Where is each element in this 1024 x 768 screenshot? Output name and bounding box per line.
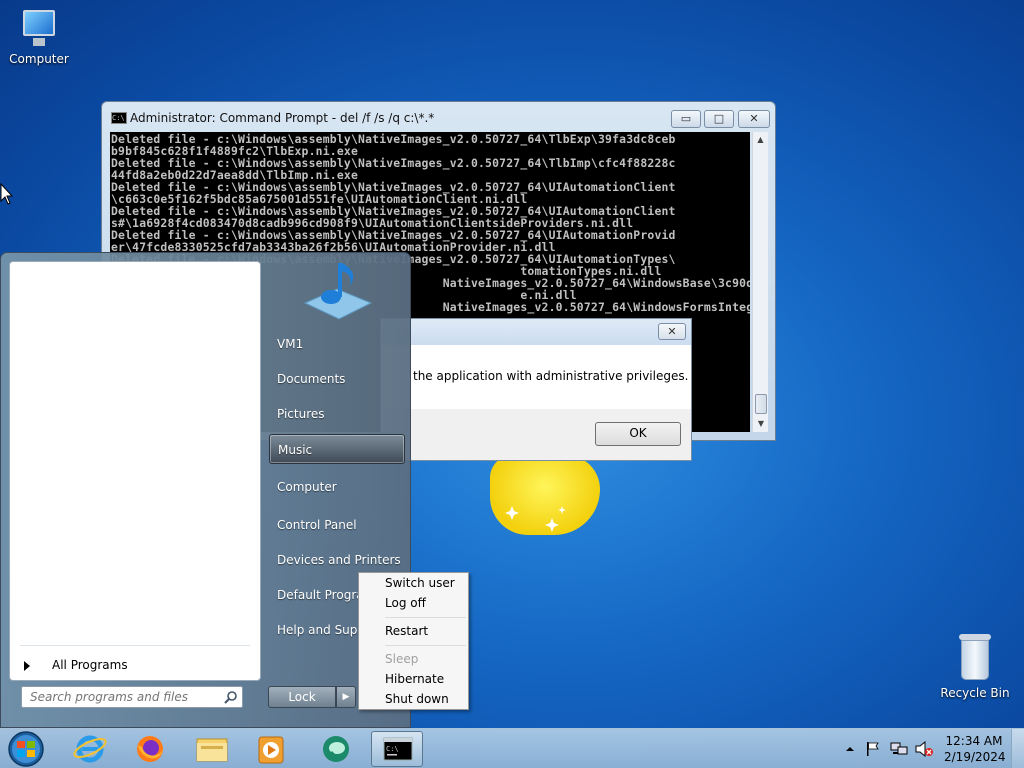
start-item-music[interactable]: Music (269, 434, 405, 464)
desktop-icon-label: Recycle Bin (940, 686, 1010, 700)
scrollbar-thumb[interactable] (755, 394, 767, 414)
start-item-default-programs[interactable]: Default Programs (269, 580, 359, 610)
menu-divider (385, 645, 466, 646)
taskbar-media-player[interactable] (245, 731, 297, 767)
start-item-help-and-support[interactable]: Help and Support (269, 615, 359, 645)
clock-date: 2/19/2024 (944, 750, 1006, 764)
lock-button[interactable]: Lock (268, 686, 336, 708)
show-hidden-icons-arrow[interactable] (843, 743, 857, 755)
menu-item-restart[interactable]: Restart (385, 624, 428, 638)
action-center-flag-icon[interactable] (864, 740, 882, 758)
all-programs-button[interactable]: All Programs (24, 658, 128, 672)
clock[interactable]: 12:34 AM 2/19/2024 (944, 733, 1006, 765)
all-programs-label: All Programs (52, 658, 128, 672)
minimize-icon: ▭ (680, 112, 692, 125)
dialog-message: the application with administrative priv… (413, 369, 689, 383)
command-prompt-icon: C:\ (383, 737, 413, 761)
search-input[interactable] (22, 687, 218, 707)
menu-item-sleep: Sleep (385, 652, 419, 666)
scroll-down-arrow-icon[interactable]: ▼ (753, 416, 769, 432)
search-icon[interactable] (224, 690, 238, 704)
dialog-body: the application with administrative priv… (381, 345, 691, 409)
taskbar-command-prompt[interactable]: C:\ (371, 731, 423, 767)
shutdown-options-button[interactable]: ▶ (336, 686, 356, 708)
show-desktop-button[interactable] (1011, 729, 1024, 768)
taskbar-file-explorer[interactable] (186, 731, 238, 767)
minimize-button[interactable]: ▭ (671, 110, 701, 128)
start-item-documents[interactable]: Documents (269, 364, 405, 394)
taskbar-chat-app[interactable] (310, 731, 362, 767)
desktop-icon-recycle-bin[interactable]: Recycle Bin (937, 632, 1013, 700)
start-item-label: Documents (277, 372, 346, 386)
mouse-cursor-icon (0, 183, 14, 205)
taskbar-firefox[interactable] (124, 731, 176, 767)
start-item-computer[interactable]: Computer (269, 472, 405, 502)
ok-button[interactable]: OK (595, 422, 681, 446)
shutdown-options-menu[interactable]: Switch user Log off Restart Sleep Hibern… (358, 572, 469, 710)
network-icon[interactable] (889, 740, 909, 758)
clock-time: 12:34 AM (945, 734, 1003, 748)
chat-app-icon (323, 736, 349, 762)
chevron-right-icon (24, 660, 30, 671)
start-item-vm1[interactable]: VM1 (269, 329, 405, 359)
start-item-pictures[interactable]: Pictures (269, 399, 405, 429)
start-item-label: Pictures (277, 407, 325, 421)
menu-divider (385, 617, 466, 618)
recycle-bin-icon (957, 632, 993, 682)
maximize-button[interactable]: □ (704, 110, 734, 128)
taskbar: C:\ 12:34 AM 2/19/2024 (0, 728, 1024, 768)
close-icon: ✕ (667, 325, 677, 338)
divider (20, 645, 250, 646)
volume-muted-icon[interactable] (914, 740, 934, 758)
media-player-icon (258, 736, 284, 764)
desktop-icon-computer[interactable]: Computer (1, 8, 77, 66)
title-bar[interactable]: C:\ Administrator: Command Prompt - del … (102, 102, 775, 132)
close-button[interactable]: ✕ (738, 110, 770, 128)
dialog-title-bar[interactable] (381, 319, 691, 345)
internet-explorer-icon (73, 735, 107, 763)
scroll-up-arrow-icon[interactable]: ▲ (753, 132, 768, 148)
window-title: Administrator: Command Prompt - del /f /… (130, 111, 435, 125)
start-item-label: Music (278, 443, 313, 457)
start-button[interactable] (6, 730, 46, 768)
svg-text:C:\: C:\ (386, 745, 399, 753)
dialog-close-button[interactable]: ✕ (658, 323, 686, 340)
start-item-label: Devices and Printers (277, 553, 401, 567)
programs-pane[interactable]: All Programs (9, 261, 261, 681)
start-menu[interactable]: All Programs VM1 Documents Pictures Musi… (0, 252, 411, 728)
firefox-icon (137, 736, 163, 762)
start-item-label: Control Panel (277, 518, 357, 532)
file-explorer-icon (196, 738, 228, 762)
desktop-icon-label: Computer (9, 52, 69, 66)
menu-item-hibernate[interactable]: Hibernate (385, 672, 444, 686)
start-item-label: Default Programs (277, 588, 359, 602)
start-item-label: Help and Support (277, 623, 359, 637)
taskbar-internet-explorer[interactable] (64, 731, 116, 767)
vertical-scrollbar[interactable]: ▲ ▼ (752, 132, 768, 432)
wallpaper-sparkle (505, 506, 566, 532)
chevron-right-icon: ▶ (342, 692, 350, 702)
close-icon: ✕ (749, 112, 759, 125)
start-item-label: VM1 (277, 337, 304, 351)
search-box[interactable] (21, 686, 243, 708)
music-note-icon (303, 263, 373, 320)
computer-icon (19, 8, 59, 48)
message-dialog[interactable]: ✕ the application with administrative pr… (380, 318, 692, 461)
menu-item-log-off[interactable]: Log off (385, 596, 426, 610)
start-item-devices-and-printers[interactable]: Devices and Printers (269, 545, 405, 575)
start-item-label: Computer (277, 480, 337, 494)
maximize-icon: □ (713, 112, 725, 125)
command-prompt-icon[interactable]: C:\ (111, 112, 127, 124)
start-item-control-panel[interactable]: Control Panel (269, 510, 405, 540)
menu-item-switch-user[interactable]: Switch user (385, 576, 455, 590)
menu-item-shut-down[interactable]: Shut down (385, 692, 449, 706)
